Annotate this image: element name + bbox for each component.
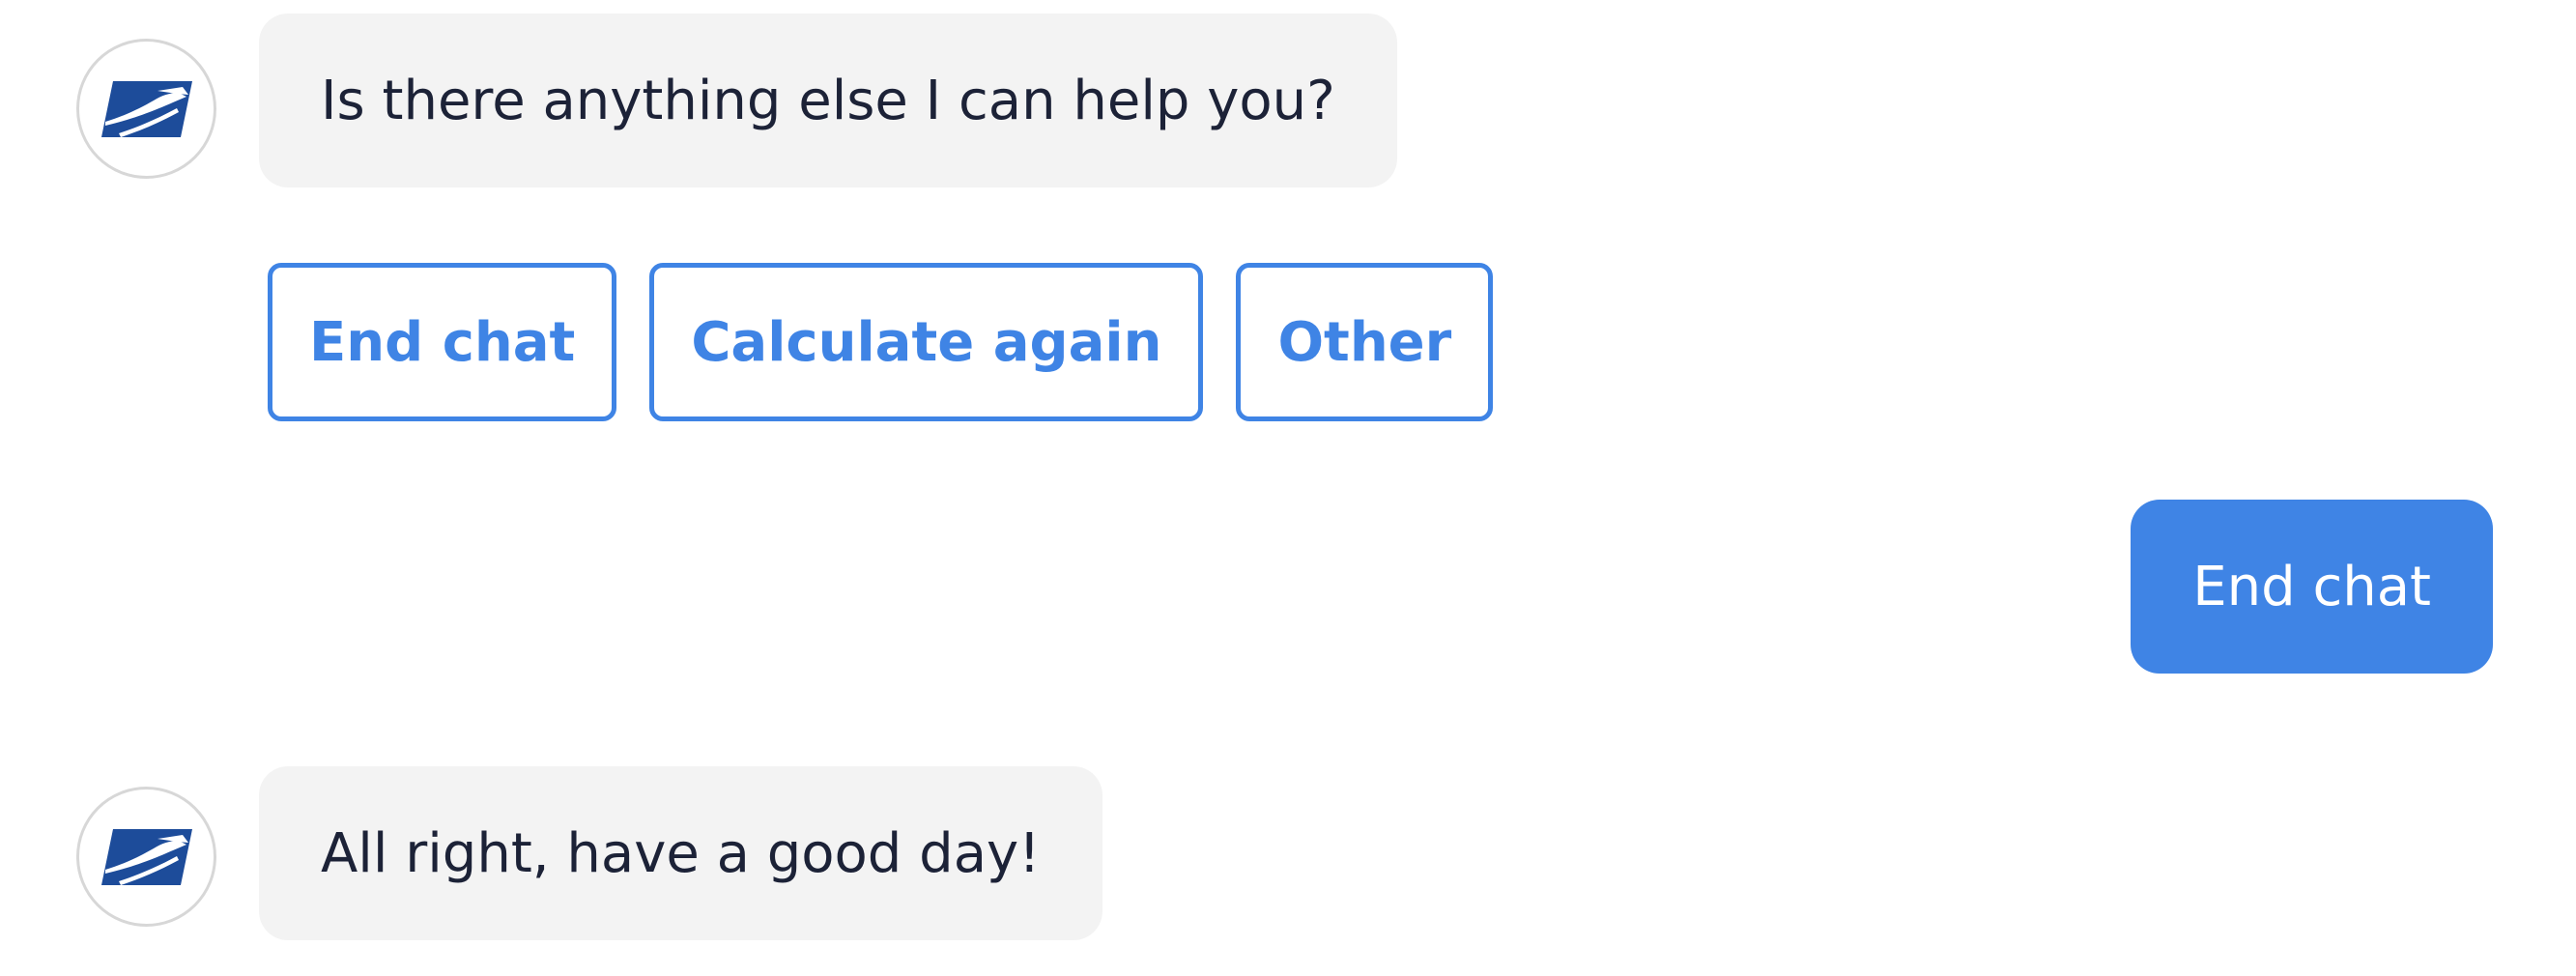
bot-message-bubble: Is there anything else I can help you? (259, 14, 1397, 187)
user-message-text: End chat (2192, 555, 2431, 618)
quick-reply-other[interactable]: Other (1236, 263, 1494, 421)
quick-reply-label: Other (1277, 310, 1452, 374)
bot-message-text: All right, have a good day! (321, 821, 1041, 885)
quick-reply-end-chat[interactable]: End chat (268, 263, 617, 421)
bot-avatar (76, 39, 216, 179)
quick-reply-calculate-again[interactable]: Calculate again (649, 263, 1204, 421)
bot-message-text: Is there anything else I can help you? (321, 69, 1335, 132)
quick-reply-group: End chat Calculate again Other (268, 263, 1494, 421)
bot-message-bubble: All right, have a good day! (259, 766, 1102, 940)
usps-eagle-logo-icon (100, 80, 192, 137)
quick-reply-label: Calculate again (691, 310, 1162, 374)
quick-reply-label: End chat (309, 310, 576, 374)
usps-eagle-logo-icon (100, 828, 192, 885)
bot-avatar (76, 787, 216, 927)
user-message-bubble: End chat (2131, 500, 2493, 674)
